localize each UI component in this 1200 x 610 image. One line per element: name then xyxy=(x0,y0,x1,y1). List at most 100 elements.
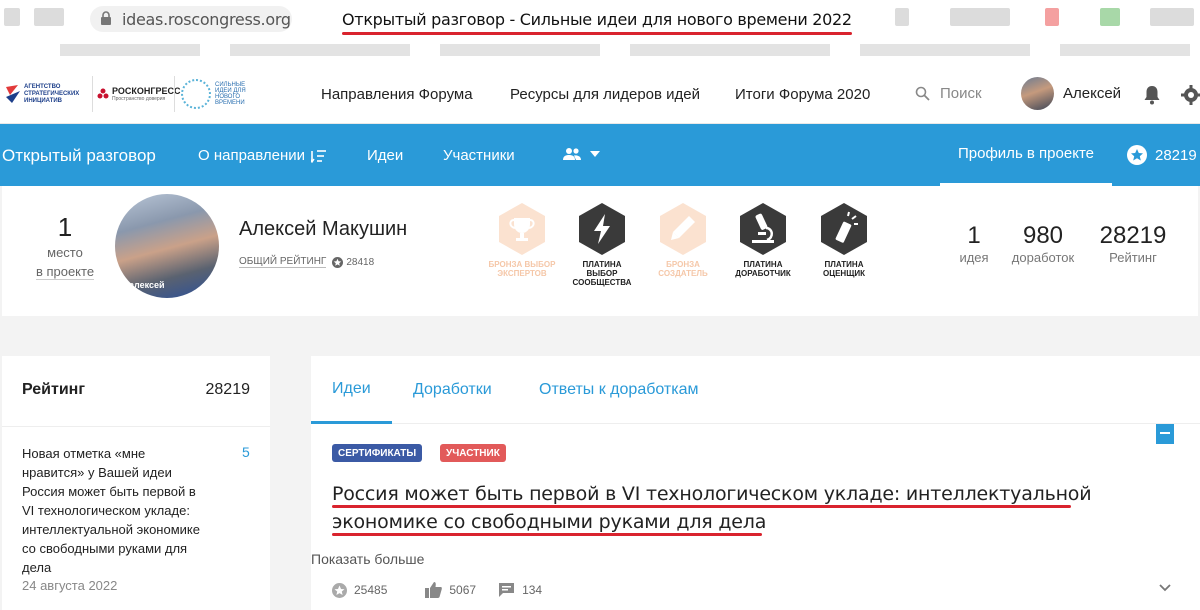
chevron-down-icon[interactable] xyxy=(1159,584,1171,592)
about-direction-label: О направлении xyxy=(198,147,306,164)
lock-icon xyxy=(100,11,114,27)
stat-rating: 28219 Рейтинг xyxy=(1095,222,1171,265)
tab-title-text: Открытый разговор - Сильные идеи для нов… xyxy=(342,10,852,29)
tab-ideas[interactable]: Идеи xyxy=(311,356,392,424)
tag-participant[interactable]: Участник xyxy=(440,444,506,462)
show-more-link[interactable]: Показать больше xyxy=(311,551,424,567)
flashlight-icon xyxy=(821,203,867,255)
blurred-icon xyxy=(895,8,909,26)
notifications-button[interactable] xyxy=(1142,84,1162,110)
stat-label: Рейтинг xyxy=(1109,250,1157,265)
tab-profile-in-project[interactable]: Профиль в проекте xyxy=(940,124,1112,186)
lightning-icon xyxy=(579,203,625,255)
nav-forum-directions[interactable]: Направления Форума xyxy=(321,86,473,103)
rating-sidebar: Рейтинг 28219 Новая отметка «мне нравитс… xyxy=(2,356,270,610)
star-icon xyxy=(332,582,347,598)
ideas-panel: Идеи Доработки Ответы к доработкам Серти… xyxy=(311,356,1200,610)
stat-label: идея xyxy=(959,250,989,265)
settings-button[interactable] xyxy=(1180,84,1200,111)
badge-label: Бронза создатель xyxy=(658,260,708,278)
comments-count: 134 xyxy=(522,583,543,597)
strong-ideas-logo[interactable]: Сильные идеи для нового времени xyxy=(174,76,261,112)
rank-label: место xyxy=(47,245,83,260)
overall-rating-value: 28418 xyxy=(346,256,375,268)
red-underline xyxy=(342,32,852,35)
asi-logo[interactable]: Агентство стратегических инициатив xyxy=(4,76,82,112)
search-icon xyxy=(915,86,930,101)
divider xyxy=(2,426,270,427)
gear-icon xyxy=(1181,85,1200,105)
roscongress-flower-icon xyxy=(97,88,109,99)
user-menu[interactable]: Алексей xyxy=(1021,77,1121,110)
badge-platinum-evaluator[interactable]: Платина оценщик xyxy=(809,202,879,278)
profile-card: 1 место в проекте алексей Алексей Макуши… xyxy=(2,186,1198,316)
project-nav-bar: Открытый разговор О направлении Идеи Уча… xyxy=(0,124,1200,186)
avatar xyxy=(1021,77,1054,110)
badge-bronze-experts[interactable]: Бронза выбор экспертов xyxy=(487,202,557,278)
like-button[interactable]: 5067 xyxy=(425,582,476,598)
profile-name: Алексей Макушин xyxy=(239,218,408,240)
pencil-icon xyxy=(660,203,706,255)
asi-logo-icon xyxy=(6,85,20,103)
badge-label: Платина выбор сообщества xyxy=(572,260,632,287)
stat-value: 1 xyxy=(967,222,981,249)
idea-stats: 25485 5067 134 xyxy=(332,582,564,598)
rating-header: Рейтинг 28219 xyxy=(22,381,250,399)
likes-count: 5067 xyxy=(449,583,477,597)
rating-value: 28219 xyxy=(205,381,251,398)
red-underline xyxy=(332,533,762,536)
roscongress-logo-subtext: Пространство доверия xyxy=(112,96,166,102)
stat-refinements: 980 доработок xyxy=(1008,222,1078,265)
blurred-icon xyxy=(950,8,1010,26)
search-button[interactable]: Поиск xyxy=(915,85,982,102)
comment-icon xyxy=(499,583,515,597)
nav-forum-results[interactable]: Итоги Форума 2020 xyxy=(735,86,870,103)
badge-platinum-community[interactable]: Платина выбор сообщества xyxy=(567,202,637,287)
badge-platinum-refiner[interactable]: Платина доработчик xyxy=(728,202,798,278)
project-rank: 1 место в проекте xyxy=(32,212,98,281)
profile-avatar: алексей xyxy=(115,194,219,298)
project-score-value: 28219 xyxy=(1155,146,1197,164)
tab-refinements-label: Доработки xyxy=(413,381,492,398)
blurred-icon xyxy=(1150,8,1194,26)
blurred-icon xyxy=(1100,8,1120,26)
people-icon xyxy=(563,148,581,160)
tab-refinement-answers[interactable]: Ответы к доработкам xyxy=(518,356,720,424)
tab-answers-label: Ответы к доработкам xyxy=(539,381,699,398)
content-tabs: Идеи Доработки Ответы к доработкам xyxy=(311,356,1200,424)
user-name: Алексей xyxy=(1063,85,1122,102)
badge-bronze-creator[interactable]: Бронза создатель xyxy=(648,202,718,278)
rating-title: Рейтинг xyxy=(22,381,86,398)
asi-logo-text: Агентство стратегических инициатив xyxy=(24,83,80,104)
notification-date: 24 августа 2022 xyxy=(22,578,118,593)
rank-number: 1 xyxy=(57,212,73,242)
about-direction-link[interactable]: О направлении xyxy=(198,147,327,164)
idea-title[interactable]: Россия может быть первой в VI технологич… xyxy=(332,480,1092,536)
ideas-link[interactable]: Идеи xyxy=(367,147,403,164)
roscongress-logo[interactable]: РОСКОНГРЕСС Пространство доверия xyxy=(92,76,180,112)
roscongress-logo-text: РОСКОНГРЕСС xyxy=(112,86,181,96)
project-score: 28219 xyxy=(1127,145,1197,165)
stat-ideas: 1 идея xyxy=(956,222,992,265)
site-header: Агентство стратегических инициатив РОСКО… xyxy=(0,64,1200,124)
participants-link[interactable]: Участники xyxy=(443,147,515,164)
idea-rating-value: 25485 xyxy=(354,583,388,597)
nav-leader-resources[interactable]: Ресурсы для лидеров идей xyxy=(510,86,700,103)
tag-certificates[interactable]: Сертификаты xyxy=(332,444,423,462)
notification-text[interactable]: Новая отметка «мне нравится» у Вашей иде… xyxy=(22,444,202,577)
stat-label: доработок xyxy=(1011,250,1075,265)
tab-ideas-label: Идеи xyxy=(332,379,371,397)
overall-rating: Общий рейтинг 28418 xyxy=(239,256,374,268)
badge-label: Платина оценщик xyxy=(823,260,865,278)
bell-icon xyxy=(1144,86,1160,105)
browser-tab-title[interactable]: Открытый разговор - Сильные идеи для нов… xyxy=(342,10,852,35)
bookmark-icon[interactable] xyxy=(1156,424,1174,444)
comments-button[interactable]: 134 xyxy=(498,582,542,598)
tab-profile-label: Профиль в проекте xyxy=(958,145,1094,162)
star-icon xyxy=(1127,145,1147,165)
star-icon xyxy=(332,256,344,268)
project-title[interactable]: Открытый разговор xyxy=(2,146,156,166)
groups-dropdown[interactable] xyxy=(556,147,600,161)
tab-refinements[interactable]: Доработки xyxy=(392,356,513,424)
address-bar[interactable]: ideas.roscongress.org xyxy=(90,6,292,32)
